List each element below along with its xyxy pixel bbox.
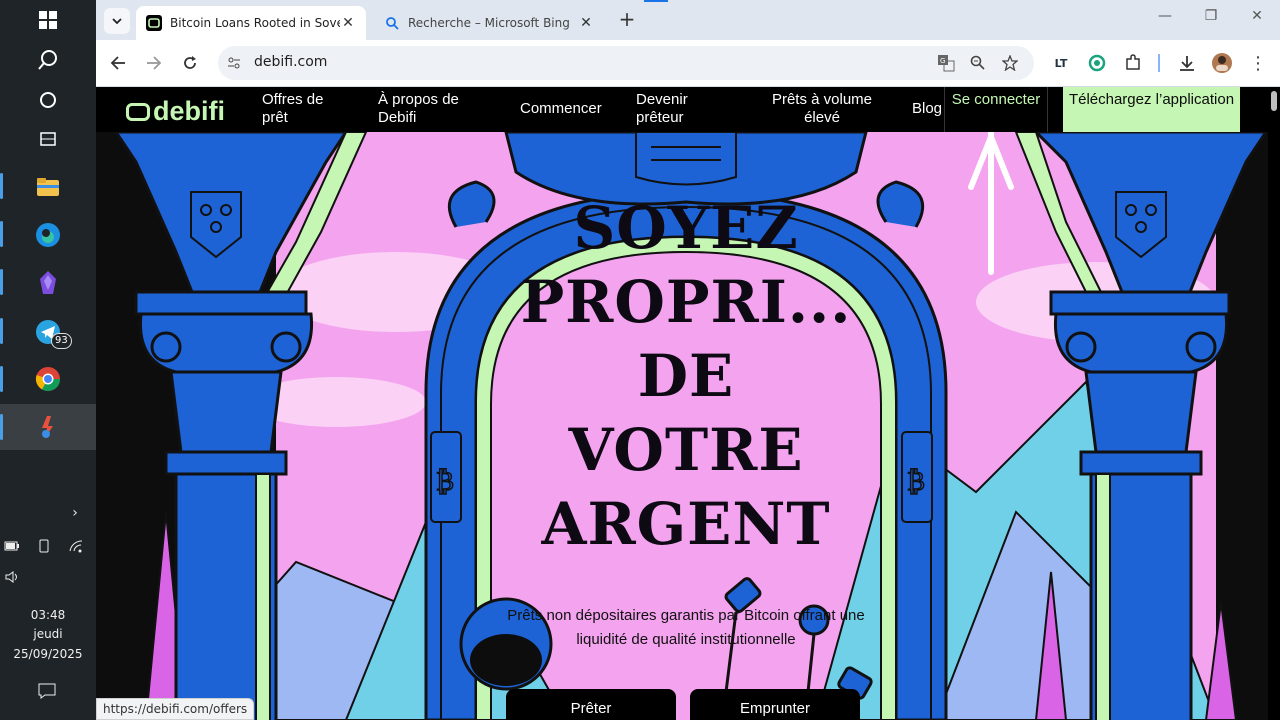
clock-date: 25/09/2025 (13, 647, 83, 661)
nav-become-lender[interactable]: Devenir prêteur (636, 91, 716, 127)
tab-title: Recherche – Microsoft Bing (408, 16, 570, 30)
chevron-down-icon (112, 18, 122, 24)
browser-toolbar: debifi.com G LT ⋮ (96, 40, 1280, 87)
extension-chatgpt-icon[interactable] (1085, 51, 1109, 75)
close-window-icon[interactable]: ✕ (1242, 8, 1272, 30)
wifi-icon[interactable] (67, 537, 85, 555)
hero-title-line: PROPRI... (520, 268, 852, 336)
tab-search-button[interactable] (104, 8, 130, 34)
chevron-right-icon[interactable]: › (66, 504, 84, 522)
app-pinned-icon[interactable] (33, 412, 63, 442)
page-viewport: debifi Offres de prêt À propos de Debifi… (96, 87, 1280, 720)
url-text: debifi.com (254, 54, 328, 70)
bing-search-icon (384, 15, 400, 31)
address-bar[interactable]: debifi.com G (218, 46, 1034, 80)
restore-icon[interactable]: ❐ (1196, 8, 1226, 30)
debifi-favicon-icon (146, 15, 162, 31)
hero-title-line: ARGENT (541, 490, 831, 558)
hero-subtitle: Prêts non dépositaires garantis par Bitc… (507, 607, 865, 648)
tab-bing[interactable]: Recherche – Microsoft Bing ✕ (374, 6, 604, 40)
telegram-badge: 93 (51, 333, 72, 349)
forward-icon[interactable] (142, 51, 166, 75)
nav-start[interactable]: Commencer (520, 100, 602, 118)
hero-title-line: DE (637, 342, 735, 410)
extensions-puzzle-icon[interactable] (1121, 51, 1145, 75)
widgets-icon[interactable] (33, 124, 63, 154)
download-icon[interactable] (1175, 51, 1199, 75)
tab-title: Bitcoin Loans Rooted in Sovereignty (170, 16, 340, 30)
borrow-button[interactable]: Emprunter (690, 689, 860, 720)
hero-title-line: SOYEZ (573, 194, 799, 262)
translate-icon[interactable]: G (936, 53, 956, 73)
tab-debifi[interactable]: Bitcoin Loans Rooted in Sovereignty ✕ (136, 6, 366, 40)
logo-text: debifi (153, 96, 225, 126)
menu-kebab-icon[interactable]: ⋮ (1246, 51, 1270, 75)
lend-button[interactable]: Prêter (506, 689, 676, 720)
windows-taskbar: 93 › 03:48 jeudi 25/09/2025 (0, 0, 96, 720)
status-bar-url: https://debifi.com/offers (96, 698, 255, 720)
site-info-icon[interactable] (224, 53, 244, 73)
device-icon[interactable] (35, 537, 53, 555)
svg-text:G: G (940, 57, 945, 65)
search-icon[interactable] (33, 45, 63, 75)
windows-start-icon[interactable] (33, 5, 63, 35)
reload-icon[interactable] (178, 51, 202, 75)
edge-icon[interactable] (33, 220, 63, 250)
obsidian-icon[interactable] (33, 268, 63, 298)
battery-icon[interactable] (3, 537, 21, 555)
svg-text:₿: ₿ (907, 467, 925, 497)
nav-high-volume[interactable]: Prêts à volume élevé (770, 91, 874, 127)
close-tab-icon[interactable]: ✕ (340, 15, 356, 31)
volume-icon[interactable] (3, 568, 21, 586)
svg-text:₿: ₿ (436, 467, 454, 497)
hero-title: SOYEZ PROPRI... DE VOTRE ARGENT (466, 191, 906, 561)
task-view-icon[interactable] (33, 85, 63, 115)
notification-icon[interactable] (38, 682, 56, 700)
page-scrollbar[interactable] (1268, 87, 1280, 720)
download-app-button[interactable]: Téléchargez l’application (1063, 87, 1240, 132)
nav-offers[interactable]: Offres de prêt (262, 91, 352, 127)
back-icon[interactable] (106, 51, 130, 75)
extension-lt-icon[interactable]: LT (1049, 51, 1073, 75)
scrollbar-thumb[interactable] (1271, 91, 1277, 111)
zoom-icon[interactable] (968, 53, 988, 73)
nav-about[interactable]: À propos de Debifi (378, 91, 478, 127)
clock-time[interactable]: 03:48 (0, 608, 96, 622)
login-button[interactable]: Se connecter (944, 87, 1048, 132)
minimize-icon[interactable]: — (1150, 8, 1180, 30)
close-tab-icon[interactable]: ✕ (578, 15, 594, 31)
nav-blog[interactable]: Blog (912, 100, 942, 118)
logo-mark-icon (126, 102, 150, 121)
bookmark-star-icon[interactable] (1000, 53, 1020, 73)
new-tab-button[interactable]: + (616, 9, 638, 31)
debifi-logo[interactable]: debifi (126, 96, 225, 127)
site-navbar: debifi Offres de prêt À propos de Debifi… (96, 87, 1280, 132)
hero-title-line: VOTRE (568, 416, 804, 484)
chrome-icon[interactable] (33, 364, 63, 394)
browser-window: Bitcoin Loans Rooted in Sovereignty ✕ Re… (96, 0, 1280, 720)
file-explorer-icon[interactable] (33, 172, 63, 202)
profile-avatar[interactable] (1210, 51, 1234, 75)
tab-bar: Bitcoin Loans Rooted in Sovereignty ✕ Re… (96, 0, 1280, 40)
clock-day: jeudi (33, 627, 63, 641)
